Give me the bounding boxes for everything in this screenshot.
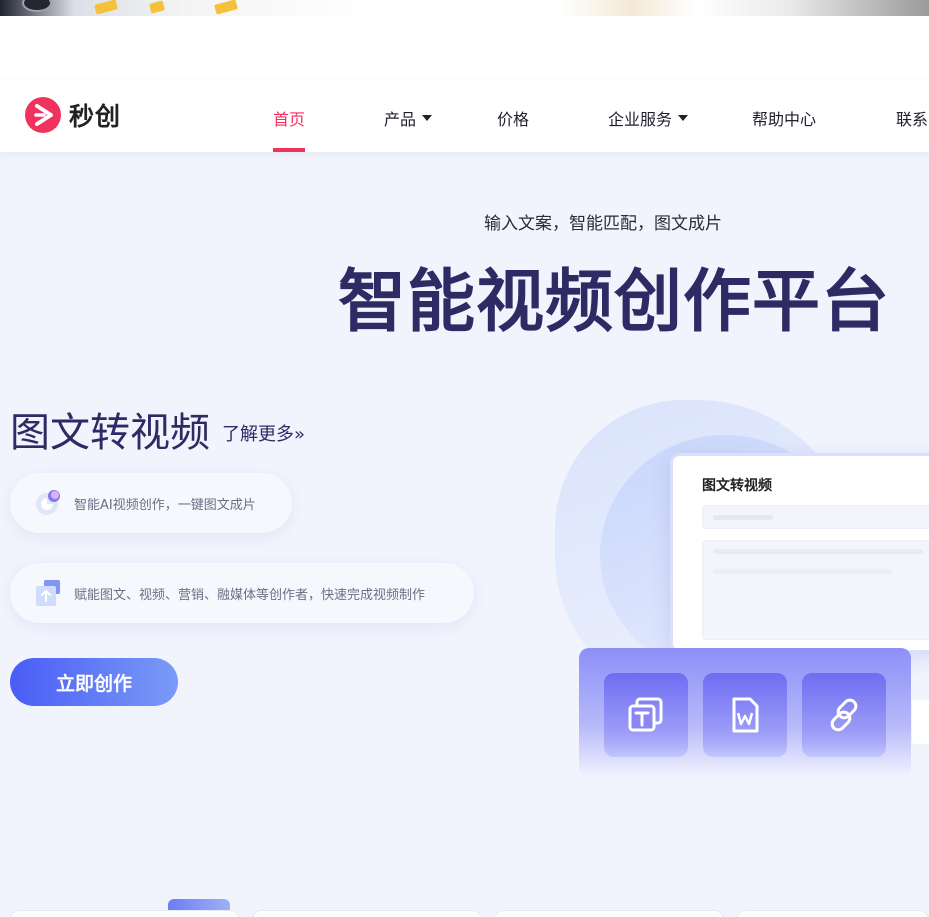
coin-image (22, 0, 52, 12)
nav-item-pricing[interactable]: 价格 (497, 106, 529, 130)
gold-bar-image (94, 0, 118, 15)
top-banner[interactable] (0, 0, 929, 16)
learn-more-link[interactable]: 了解更多» (222, 420, 305, 446)
caret-down-icon (422, 115, 433, 121)
nav-label: 价格 (497, 110, 530, 129)
banner-spacer (0, 16, 929, 80)
feature-point-text: 智能AI视频创作，一键图文成片 (74, 497, 256, 513)
nav-label: 企业服务 (608, 110, 673, 129)
bottom-card[interactable] (736, 910, 929, 917)
gold-bar-image (214, 0, 238, 15)
editor-input-bar (702, 505, 929, 529)
nav-item-enterprise[interactable]: 企业服务 (608, 106, 689, 130)
nav-item-help[interactable]: 帮助中心 (752, 106, 816, 130)
bottom-card[interactable] (494, 910, 724, 917)
nav-item-home[interactable]: 首页 (273, 106, 305, 130)
feature-point: 赋能图文、视频、营销、融媒体等创作者，快速完成视频制作 (10, 563, 474, 623)
nav-label: 帮助中心 (752, 110, 817, 129)
nav-label: 产品 (384, 110, 417, 129)
hero-subtitle: 输入文案，智能匹配，图文成片 (484, 214, 722, 234)
nav-item-products[interactable]: 产品 (384, 106, 433, 130)
nav-label: 联系 (896, 110, 929, 129)
bottom-card[interactable] (10, 910, 240, 917)
feature-point-text: 赋能图文、视频、营销、融媒体等创作者，快速完成视频制作 (74, 587, 426, 603)
gold-bar-image (148, 0, 166, 14)
text-box-icon (604, 673, 688, 757)
card-edge (912, 700, 929, 744)
bottom-card[interactable] (252, 910, 482, 917)
feature-title: 图文转视频 (10, 410, 210, 456)
active-nav-underline (273, 148, 305, 152)
editor-textarea (702, 540, 929, 640)
create-now-button[interactable]: 立即创作 (10, 658, 178, 706)
upload-arrow-icon (34, 579, 62, 607)
nav-item-contact[interactable]: 联系 (896, 106, 928, 130)
brand-logo[interactable]: 秒创 (25, 97, 121, 133)
hero-title: 智能视频创作平台 (338, 263, 891, 342)
product-illustration (540, 390, 929, 800)
site-header: 秒创 首页 产品 价格 企业服务 帮助中心 联系 (0, 80, 929, 152)
link-icon (802, 673, 886, 757)
ai-circle-icon (34, 489, 62, 517)
editor-card-title: 图文转视频 (702, 478, 772, 494)
brand-name: 秒创 (69, 102, 122, 131)
nav-label: 首页 (273, 110, 306, 129)
feature-point: 智能AI视频创作，一键图文成片 (10, 473, 292, 533)
word-doc-icon (703, 673, 787, 757)
play-chevron-icon (25, 97, 61, 133)
caret-down-icon (678, 115, 689, 121)
